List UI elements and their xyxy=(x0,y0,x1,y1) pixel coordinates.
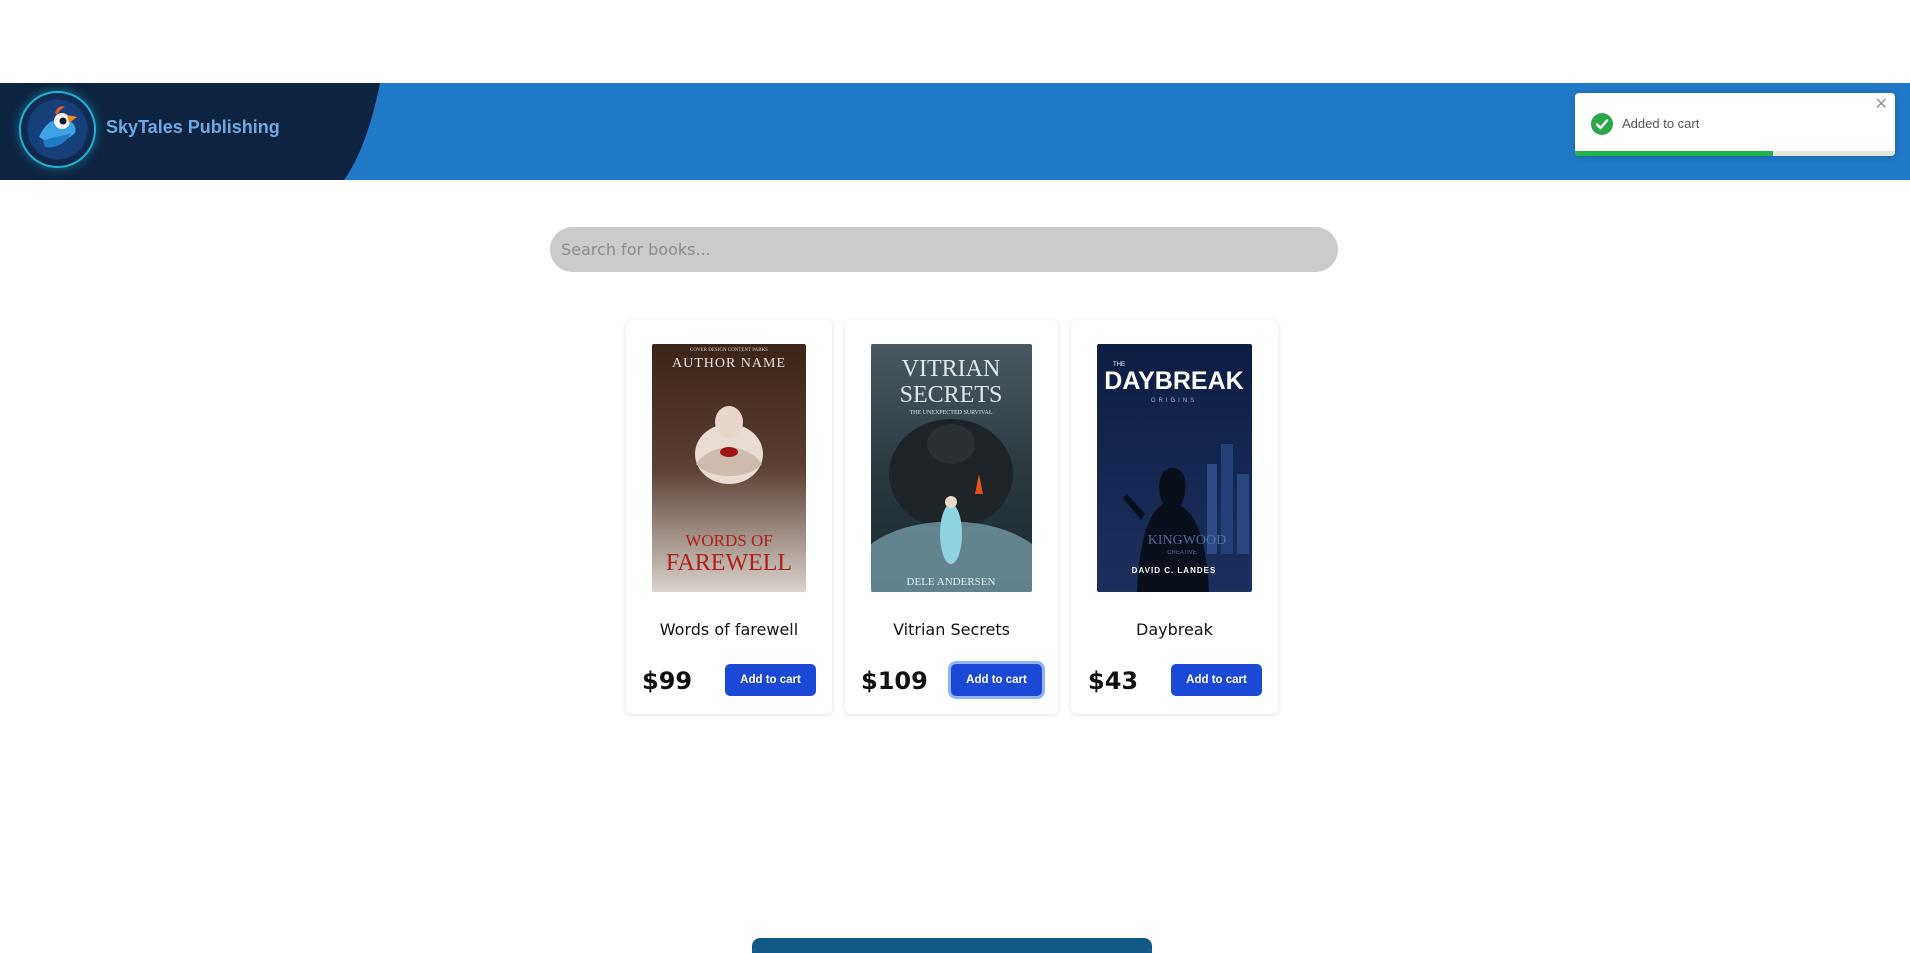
cover-small-text: COVER DESIGN CONTENT PARKS xyxy=(690,348,768,353)
cover-author-text: AUTHOR NAME xyxy=(672,356,786,371)
book-price: $99 xyxy=(642,667,693,695)
book-card: VITRIAN SECRETS THE UNEXPECTED SURVIVAL … xyxy=(845,320,1058,714)
book-card: COVER DESIGN CONTENT PARKS AUTHOR NAME W… xyxy=(626,320,832,714)
cover-subtitle: THE UNEXPECTED SURVIVAL xyxy=(909,410,992,416)
cover-author-text: DAVID C. LANDES xyxy=(1132,566,1217,575)
book-title[interactable]: Vitrian Secrets xyxy=(845,620,1058,639)
book-title[interactable]: Words of farewell xyxy=(626,620,832,639)
book-cover-image[interactable]: THE DAYBREAK ORIGINS KINGWOOD CREATIVE D… xyxy=(1097,344,1252,592)
toast-progress-track xyxy=(1575,151,1895,156)
cover-title-line: DAYBREAK xyxy=(1104,367,1243,395)
footer-button[interactable] xyxy=(752,938,1152,953)
cover-subtitle: ORIGINS xyxy=(1151,398,1197,404)
book-card: THE DAYBREAK ORIGINS KINGWOOD CREATIVE D… xyxy=(1071,320,1278,714)
book-price: $109 xyxy=(861,667,928,695)
add-to-cart-button[interactable]: Add to cart xyxy=(951,664,1042,696)
cover-author-text: DELE ANDERSEN xyxy=(907,576,996,588)
parrot-logo-icon[interactable] xyxy=(21,93,94,166)
close-icon[interactable]: ✕ xyxy=(1875,97,1888,113)
book-price: $43 xyxy=(1088,667,1139,695)
add-to-cart-button[interactable]: Add to cart xyxy=(1171,664,1262,696)
cover-title-line: FAREWELL xyxy=(666,550,792,576)
add-to-cart-button[interactable]: Add to cart xyxy=(725,664,816,696)
toast-message: Added to cart xyxy=(1622,116,1700,131)
book-title[interactable]: Daybreak xyxy=(1071,620,1278,639)
search-input[interactable] xyxy=(550,227,1338,272)
cover-title-line: SECRETS xyxy=(900,382,1003,408)
cover-watermark: CREATIVE xyxy=(1167,550,1197,556)
cover-title-line: VITRIAN xyxy=(902,356,1001,382)
cover-watermark: KINGWOOD xyxy=(1148,533,1227,548)
brand-name[interactable]: SkyTales Publishing xyxy=(106,117,280,138)
check-circle-icon xyxy=(1591,113,1613,135)
toast-progress-bar xyxy=(1575,151,1774,156)
toast-notification: Added to cart ✕ xyxy=(1575,93,1895,156)
book-cover-image[interactable]: VITRIAN SECRETS THE UNEXPECTED SURVIVAL … xyxy=(871,344,1032,592)
book-cover-image[interactable]: COVER DESIGN CONTENT PARKS AUTHOR NAME W… xyxy=(652,344,806,592)
cover-title-line: WORDS OF xyxy=(685,531,772,550)
